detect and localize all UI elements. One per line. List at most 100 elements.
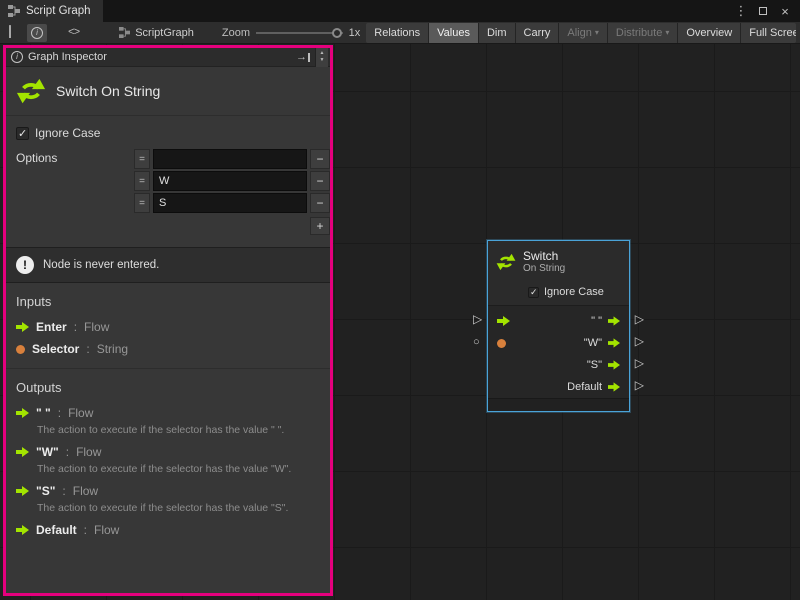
output-port-row: " ":Flow [16,406,320,420]
outputs-title: Outputs [16,380,320,395]
reorder-handle-icon[interactable]: = [134,149,150,169]
node-subtitle: On String [523,263,565,275]
graph-icon [119,27,130,38]
lock-button[interactable] [4,24,24,42]
dim-button[interactable]: Dim [479,23,516,43]
inspector-toggle-button[interactable]: i [27,24,47,42]
flow-port-icon [16,525,29,535]
flow-output-port[interactable] [608,338,620,348]
node-ports: " " "W" "S" Default [488,305,629,398]
output-port-label: "S" [587,359,602,371]
flow-port-icon [16,408,29,418]
warning-text: Node is never entered. [43,259,159,271]
relations-button[interactable]: Relations [366,23,429,43]
arrow-up-icon: ▲ [320,50,325,57]
warning-banner: ! Node is never entered. [6,247,330,283]
zoom-value: 1x [349,27,361,39]
distribute-button: Distribute▾ [608,23,678,43]
script-graph-window: Script Graph ⋮ × i <> ScriptGraph Zoom 1… [0,0,800,600]
output-port-row: "S":Flow [16,484,320,498]
warning-icon: ! [16,256,34,274]
dock-icon[interactable]: → [296,51,310,63]
overview-button[interactable]: Overview [678,23,741,43]
node-header: Switch On String [488,241,629,279]
flow-port-icon [16,322,29,332]
graph-name: ScriptGraph [135,27,194,39]
port-row: " " [488,310,629,332]
connect-hint-flow-input: ▷ [473,313,482,325]
option-input[interactable] [153,149,307,169]
graph-canvas[interactable]: i Graph Inspector → ▲▼ Switch On String [0,44,800,600]
ignore-case-checkbox[interactable] [16,127,29,140]
zoom-slider[interactable] [256,27,343,39]
output-port-row: Default:Flow [16,523,320,537]
node-title-block: Switch On String [6,67,330,116]
port-row: "W" [488,332,629,354]
remove-option-button[interactable]: − [310,193,330,213]
close-icon[interactable]: × [776,2,794,20]
port-description: The action to execute if the selector ha… [37,424,320,436]
option-input[interactable] [153,171,307,191]
option-row: = − [134,149,330,169]
inspector-controls: Ignore Case Options = − = − [6,116,330,247]
input-port-row: Selector:String [16,342,320,356]
ignore-case-label: Ignore Case [35,126,100,140]
switch-node[interactable]: Switch On String Ignore Case " " "W" [487,240,630,412]
info-icon: i [31,27,43,39]
script-graph-icon [8,5,20,17]
port-row: "S" [488,354,629,376]
switch-node-wrap: ▷ ○ ▷ ▷ ▷ ▷ Switch On String [487,240,630,412]
reorder-handle-icon[interactable]: = [134,171,150,191]
chevron-down-icon: ▾ [665,28,669,37]
reorder-handle-icon[interactable]: = [134,193,150,213]
toolbar-button-group: Relations Values Dim Carry Align▾ Distri… [366,23,796,43]
scroll-arrows[interactable]: ▲▼ [315,48,328,67]
input-port-row: Enter:Flow [16,320,320,334]
maximize-icon[interactable] [754,2,772,20]
graph-inspector-panel: i Graph Inspector → ▲▼ Switch On String [3,45,333,596]
carry-button[interactable]: Carry [516,23,560,43]
flow-input-port[interactable] [497,316,510,326]
inputs-title: Inputs [16,294,320,309]
switch-icon [496,252,516,272]
remove-option-button[interactable]: − [310,171,330,191]
values-button[interactable]: Values [429,23,479,43]
tab-title: Script Graph [26,5,91,17]
code-view-button[interactable]: <> [68,27,79,39]
inputs-section: Inputs Enter:Flow Selector:String [6,283,330,368]
connect-hint-output: ▷ [635,379,644,391]
inspector-header: i Graph Inspector → ▲▼ [6,48,330,67]
arrow-down-icon: ▼ [320,57,325,64]
zoom-slider-handle[interactable] [332,28,342,38]
zoom-label: Zoom [222,27,250,39]
fullscreen-button[interactable]: Full Screen [741,23,796,43]
options-label: Options [16,149,134,165]
graph-toolbar: i <> ScriptGraph Zoom 1x Relations Value… [0,22,800,44]
remove-option-button[interactable]: − [310,149,330,169]
tab-script-graph[interactable]: Script Graph [0,0,103,22]
option-input[interactable] [153,193,307,213]
value-input-port[interactable] [497,339,506,348]
flow-output-port[interactable] [608,382,620,392]
chevron-down-icon: ▾ [595,28,599,37]
lock-icon [9,26,20,39]
node-ignore-case-row: Ignore Case [488,279,629,305]
connect-hint-output: ▷ [635,335,644,347]
port-row: Default [488,376,629,398]
flow-output-port[interactable] [608,316,620,326]
output-port-label: Default [567,381,602,393]
ignore-case-label: Ignore Case [544,286,604,298]
flow-output-port[interactable] [608,360,620,370]
output-port-label: "W" [584,337,602,349]
options-list: = − = − = − [134,149,330,235]
option-row: = − [134,171,330,191]
add-option-button[interactable]: + [310,217,330,235]
menu-icon[interactable]: ⋮ [732,2,750,20]
switch-icon [16,76,46,106]
output-port-row: "W":Flow [16,445,320,459]
ignore-case-checkbox[interactable] [528,287,539,298]
node-title: Switch On String [56,83,160,99]
connect-hint-output: ▷ [635,357,644,369]
graph-breadcrumb[interactable]: ScriptGraph [119,27,194,39]
node-footer [488,398,629,411]
